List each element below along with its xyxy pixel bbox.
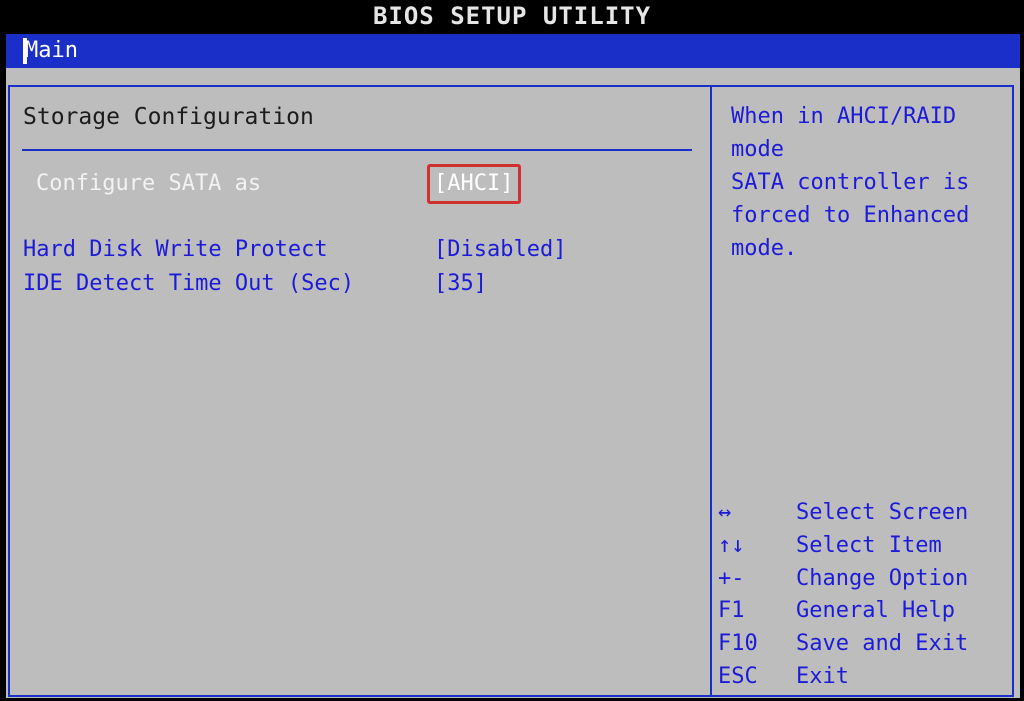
- key-description: Exit: [796, 663, 849, 689]
- key-legend-item: F10 Save and Exit: [718, 627, 1018, 660]
- setting-label: Configure SATA as: [36, 171, 262, 196]
- tab-main[interactable]: Main: [23, 34, 82, 68]
- key-description: Change Option: [796, 565, 969, 591]
- setting-value[interactable]: [35]: [434, 267, 487, 301]
- section-title: Storage Configuration: [23, 104, 314, 130]
- key-description: General Help: [796, 598, 955, 624]
- key-description: Select Screen: [796, 500, 969, 525]
- setting-label: Hard Disk Write Protect: [23, 237, 328, 262]
- key-legend-item: ↔ Select Screen: [718, 496, 1018, 529]
- key-legend-item: F1 General Help: [718, 594, 1018, 627]
- key-name: +-: [718, 565, 745, 591]
- section-divider: [22, 149, 692, 151]
- tab-main-label: Main: [25, 38, 78, 63]
- panel-divider: [710, 85, 712, 697]
- key-legend: ↔ Select Screen ↑↓ Select Item +- Change…: [718, 496, 1018, 693]
- setting-configure-sata[interactable]: Configure SATA as [AHCI]: [36, 167, 696, 201]
- key-legend-item: ESC Exit: [718, 660, 1018, 693]
- setting-value[interactable]: [Disabled]: [434, 233, 566, 267]
- setting-label: IDE Detect Time Out (Sec): [23, 271, 355, 296]
- key-description: Save and Exit: [796, 631, 969, 657]
- key-legend-item: +- Change Option: [718, 562, 1018, 595]
- key-name: ESC: [718, 663, 758, 689]
- menu-bar: Main: [6, 34, 1020, 68]
- help-text: When in AHCI/RAID mode SATA controller i…: [731, 104, 970, 261]
- bios-title: BIOS SETUP UTILITY: [0, 0, 1024, 34]
- key-name: F1: [718, 598, 745, 624]
- key-name: ↔: [718, 500, 732, 525]
- selected-value-highlight: [427, 164, 521, 204]
- key-description: Select Item: [796, 532, 942, 558]
- setting-hard-disk-write-protect[interactable]: Hard Disk Write Protect [Disabled]: [23, 233, 693, 267]
- key-name: ↑↓: [718, 532, 745, 558]
- setting-ide-detect-timeout[interactable]: IDE Detect Time Out (Sec) [35]: [23, 267, 693, 301]
- key-legend-item: ↑↓ Select Item: [718, 529, 1018, 562]
- key-name: F10: [718, 631, 758, 657]
